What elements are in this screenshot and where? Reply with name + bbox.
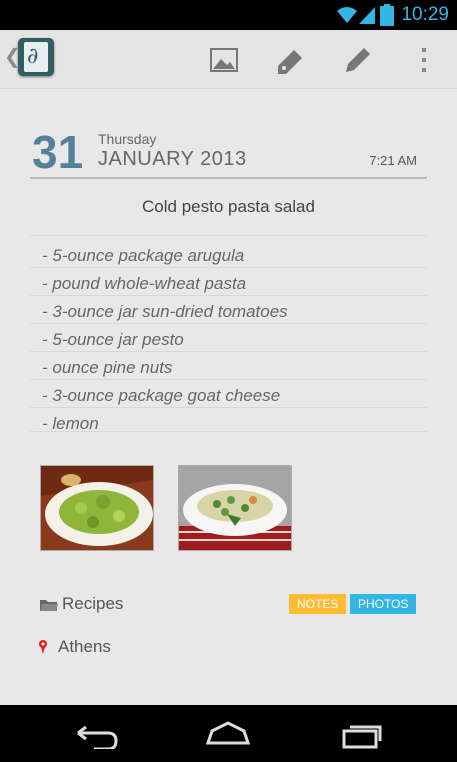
tag-photos[interactable]: PHOTOS bbox=[350, 594, 417, 614]
image-icon[interactable] bbox=[204, 40, 244, 80]
status-bar: 10:29 bbox=[0, 0, 457, 30]
battery-icon bbox=[380, 4, 394, 26]
recent-apps-icon[interactable] bbox=[338, 719, 386, 749]
photo-thumbnail-pesto-pasta[interactable] bbox=[40, 465, 154, 551]
ingredient-line: - 5-ounce package arugula bbox=[42, 246, 245, 265]
divider bbox=[30, 407, 427, 408]
ingredient-line: - 3-ounce jar sun-dried tomatoes bbox=[42, 302, 288, 321]
date-divider bbox=[30, 177, 427, 179]
edit-icon[interactable] bbox=[338, 40, 378, 80]
location-pin-icon bbox=[39, 640, 47, 654]
ingredient-line: - 5-ounce jar pesto bbox=[42, 330, 184, 349]
tag-notes[interactable]: NOTES bbox=[289, 594, 347, 614]
status-time: 10:29 bbox=[401, 4, 449, 25]
divider bbox=[30, 351, 427, 352]
ingredient-line: - ounce pine nuts bbox=[42, 358, 173, 377]
diary-app-icon[interactable]: ∂ bbox=[18, 38, 54, 76]
entry-title: Cold pesto pasta salad bbox=[142, 197, 315, 216]
entry-time: 7:21 AM bbox=[369, 153, 417, 168]
entry-weekday: Thursday bbox=[98, 131, 157, 147]
photo-thumbnail-pasta-salad[interactable] bbox=[178, 465, 292, 551]
folder-icon bbox=[40, 600, 58, 611]
signal-icon bbox=[359, 7, 375, 24]
wifi-icon bbox=[337, 7, 357, 23]
home-icon[interactable] bbox=[204, 719, 252, 749]
location-label[interactable]: Athens bbox=[58, 637, 111, 657]
entry-month-year: JANUARY 2013 bbox=[98, 148, 247, 170]
action-bar: ❮ ∂ bbox=[0, 30, 457, 89]
divider bbox=[30, 267, 427, 268]
overflow-menu-icon[interactable] bbox=[404, 40, 444, 80]
divider bbox=[30, 295, 427, 296]
entry-view: 31 Thursday JANUARY 2013 7:21 AM Cold pe… bbox=[0, 89, 457, 705]
navigation-bar bbox=[0, 705, 457, 762]
category-label[interactable]: Recipes bbox=[62, 594, 123, 614]
ingredient-line: - pound whole-wheat pasta bbox=[42, 274, 247, 293]
back-icon[interactable] bbox=[72, 719, 120, 749]
tag-icon[interactable] bbox=[270, 40, 310, 80]
divider bbox=[30, 431, 427, 432]
entry-day: 31 bbox=[32, 126, 84, 178]
ingredient-line: - 3-ounce package goat cheese bbox=[42, 386, 281, 405]
divider bbox=[30, 379, 427, 380]
divider bbox=[30, 323, 427, 324]
divider bbox=[30, 235, 427, 236]
